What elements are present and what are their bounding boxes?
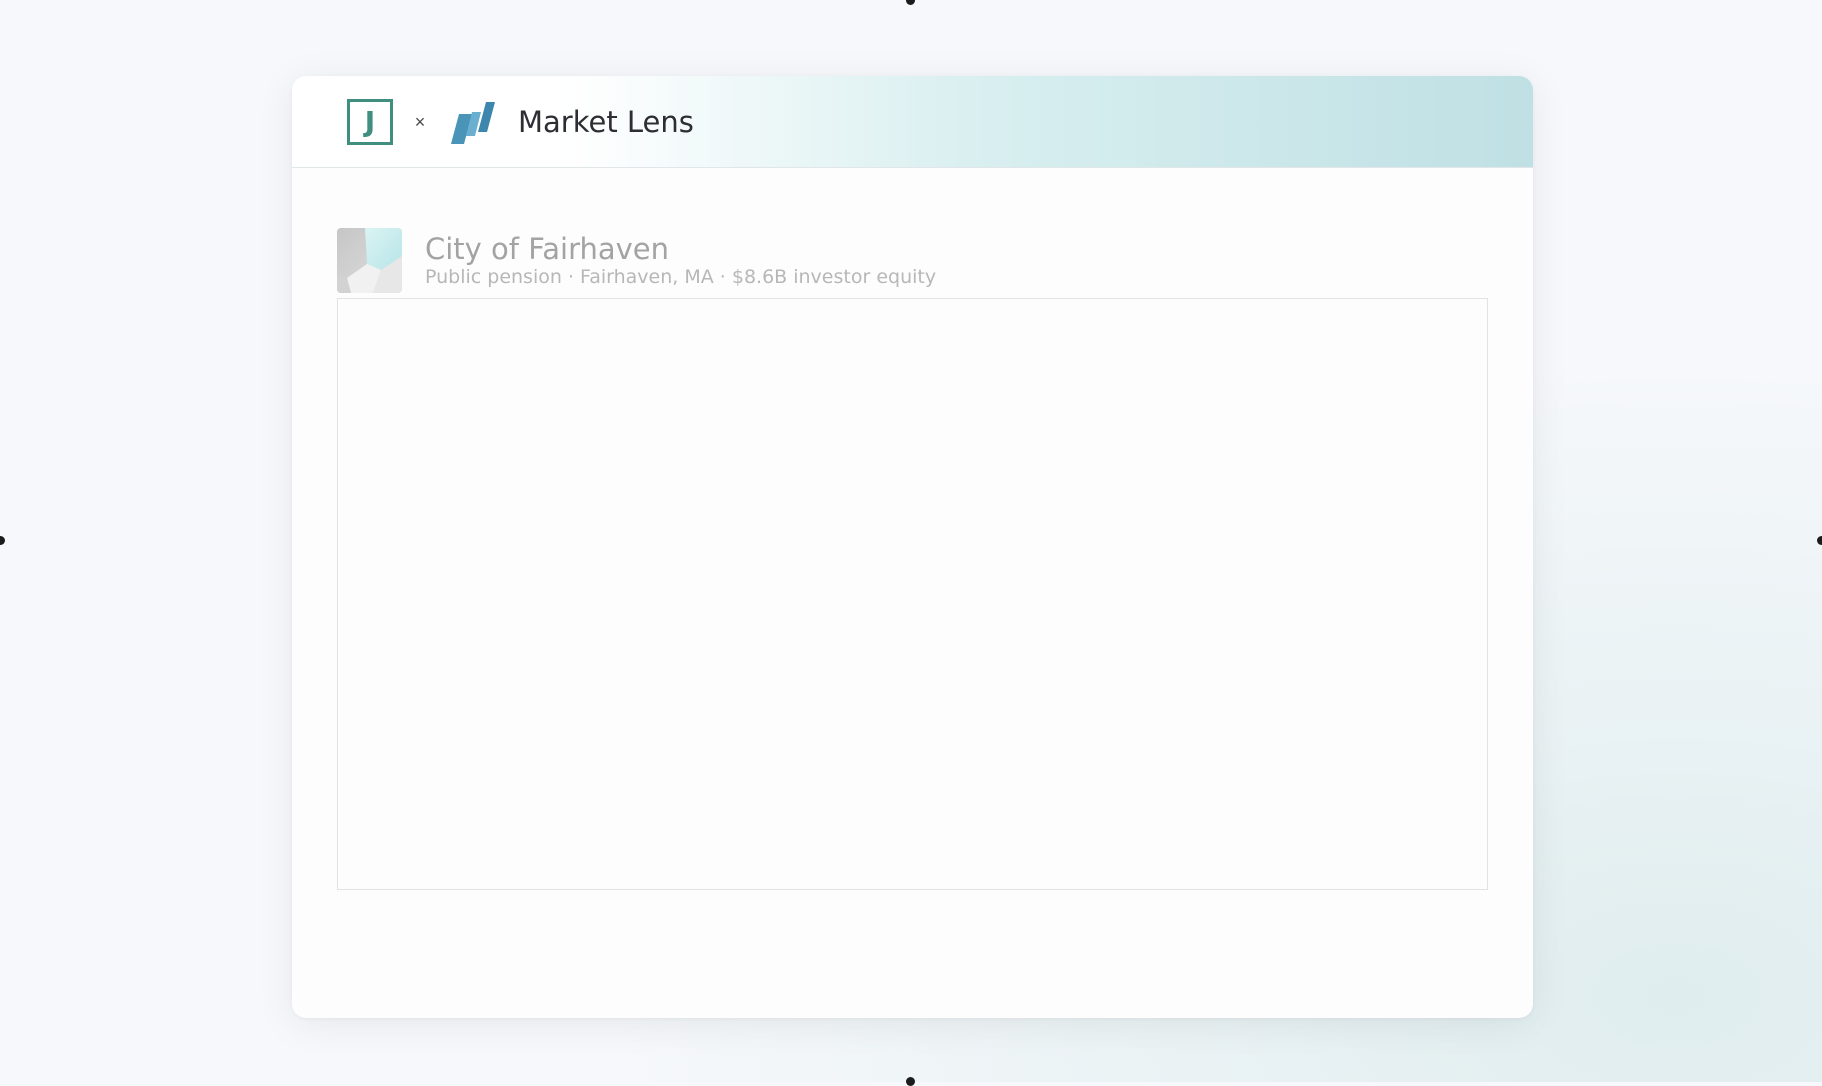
- canvas: J × Market Lens City of Fairhaven Public…: [0, 0, 1822, 1086]
- market-lens-logo-icon: [451, 102, 495, 144]
- market-lens-card: J × Market Lens City of Fairhaven Public…: [292, 76, 1533, 1018]
- resize-handle-left[interactable]: [0, 536, 5, 545]
- entity-name: City of Fairhaven: [425, 232, 670, 266]
- building-photo-icon: [337, 228, 402, 293]
- app-title: Market Lens: [518, 105, 694, 139]
- content-panel: [337, 298, 1488, 890]
- entity-subtitle: Public pension · Fairhaven, MA · $8.6B i…: [425, 266, 937, 288]
- j-logo-text: J: [364, 105, 376, 138]
- resize-handle-top[interactable]: [906, 0, 915, 5]
- resize-handle-right[interactable]: [1817, 536, 1822, 545]
- j-logo-icon: J: [347, 99, 393, 145]
- card-header: J × Market Lens: [292, 76, 1533, 168]
- separator-times: ×: [414, 112, 426, 132]
